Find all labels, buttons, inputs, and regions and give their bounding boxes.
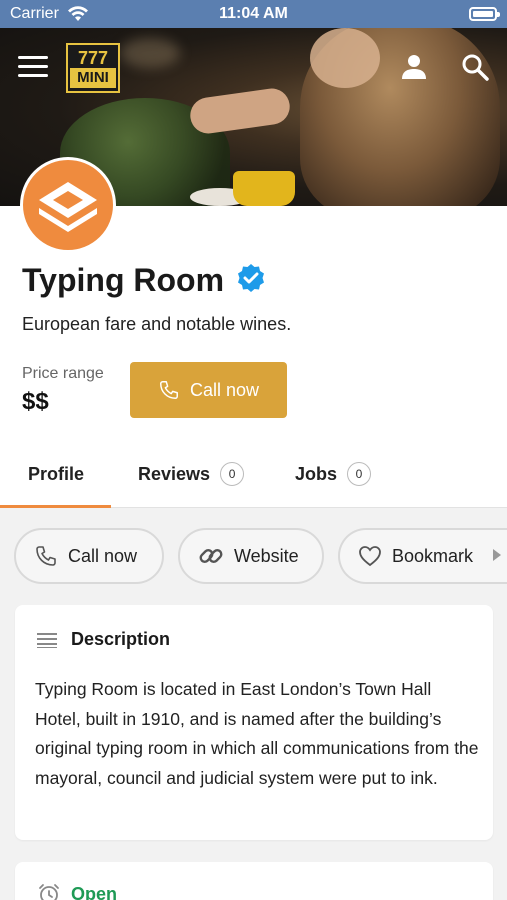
profile-tabs: Profile Reviews 0 Jobs 0 <box>0 440 507 508</box>
menu-icon[interactable] <box>18 56 48 78</box>
venue-tagline: European fare and notable wines. <box>22 314 292 334</box>
website-chip-label: Website <box>234 545 299 566</box>
description-heading: Description <box>71 629 171 649</box>
active-tab-indicator <box>0 505 111 508</box>
brand-logo-bottom: MINI <box>70 68 116 88</box>
hours-card: Open <box>15 862 493 900</box>
phone-icon <box>36 546 56 566</box>
layers-icon <box>39 182 97 232</box>
venue-name: Typing Room <box>22 262 225 298</box>
text-lines-icon <box>37 632 57 648</box>
venue-avatar <box>20 157 116 253</box>
user-icon[interactable] <box>400 53 428 81</box>
tab-profile[interactable]: Profile <box>28 440 84 508</box>
search-icon[interactable] <box>461 53 489 81</box>
tab-profile-label: Profile <box>28 463 85 484</box>
call-now-chip[interactable]: Call now <box>14 528 164 584</box>
status-bar: Carrier 11:04 AM <box>0 0 507 28</box>
website-chip[interactable]: Website <box>178 528 324 584</box>
bookmark-chip-label: Bookmark <box>392 545 474 566</box>
open-status: Open <box>71 883 118 900</box>
reviews-count-badge: 0 <box>220 462 245 486</box>
call-now-chip-label: Call now <box>68 545 138 566</box>
brand-logo[interactable]: 777 MINI <box>66 43 120 93</box>
jobs-count-badge: 0 <box>347 462 372 486</box>
tab-reviews[interactable]: Reviews 0 <box>138 440 245 508</box>
tab-jobs-label: Jobs <box>295 463 338 484</box>
scroll-right-arrow-icon[interactable] <box>493 549 501 561</box>
clock: 11:04 AM <box>219 5 288 22</box>
call-now-label: Call now <box>189 379 260 400</box>
heart-icon <box>359 546 381 567</box>
bookmark-chip[interactable]: Bookmark <box>338 528 507 584</box>
brand-logo-top: 777 <box>77 48 109 68</box>
price-range-value: $$ <box>22 388 49 415</box>
phone-icon <box>160 381 178 399</box>
description-text: Typing Room is located in East London’s … <box>35 679 479 788</box>
battery-icon <box>469 7 500 21</box>
verified-badge-icon <box>238 264 264 292</box>
link-icon <box>199 549 223 563</box>
price-range-label: Price range <box>22 365 104 382</box>
tab-reviews-label: Reviews <box>138 463 211 484</box>
tab-jobs[interactable]: Jobs 0 <box>295 440 372 508</box>
alarm-clock-icon <box>39 884 59 900</box>
call-now-button[interactable]: Call now <box>130 362 287 418</box>
description-card: Description Typing Room is located in Ea… <box>15 605 493 840</box>
